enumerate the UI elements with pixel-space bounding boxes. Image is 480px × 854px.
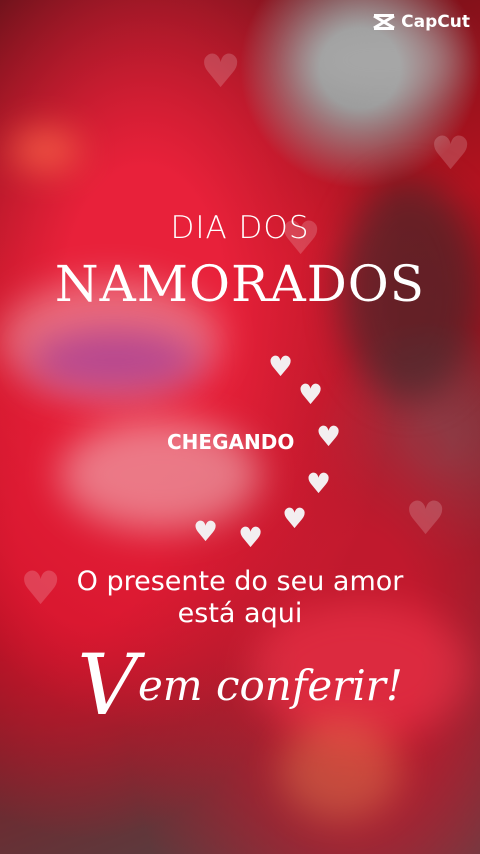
gift-message-line2: está aqui	[177, 598, 303, 629]
heart-icon: ♥	[282, 502, 308, 535]
capcut-logo-icon	[373, 14, 395, 30]
capcut-watermark: CapCut	[373, 12, 470, 32]
cta-text: em conferir!	[137, 661, 403, 710]
bokeh-heart-icon: ♥	[405, 491, 447, 545]
chegando-label: CHEGANDO	[167, 430, 295, 454]
headline-main: NAMORADOS	[54, 255, 426, 313]
bokeh-heart-icon: ♥	[200, 44, 242, 98]
headline-top: DIA DOS	[170, 210, 310, 246]
heart-icon: ♥	[193, 515, 219, 548]
bokeh-heart-icon: ♥	[430, 126, 472, 180]
gift-message-line1: O presente do seu amor	[76, 566, 404, 597]
call-to-action-script: Vem conferir!	[0, 636, 480, 734]
heart-icon: ♥	[238, 521, 264, 554]
heart-icon: ♥	[316, 420, 342, 453]
heart-icon: ♥	[268, 350, 294, 383]
cta-initial: V	[77, 636, 138, 734]
brand-name: CapCut	[401, 12, 470, 32]
gift-message: O presente do seu amor está aqui	[0, 566, 480, 630]
heart-icon: ♥	[298, 378, 324, 411]
heart-icon: ♥	[306, 467, 332, 500]
